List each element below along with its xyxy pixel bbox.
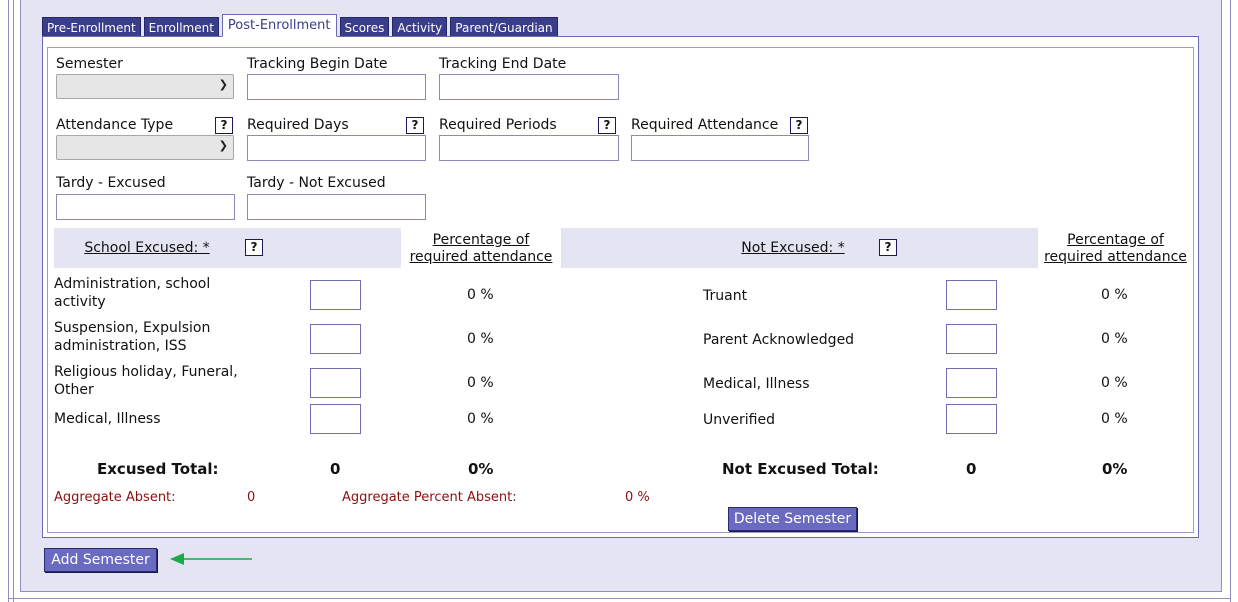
required-attendance-help-icon[interactable]: ?	[790, 117, 808, 134]
tracking-end-input[interactable]	[439, 74, 619, 100]
required-periods-input[interactable]	[439, 135, 619, 161]
required-periods-help-icon[interactable]: ?	[598, 117, 616, 134]
excused-row-pct: 0 %	[467, 411, 494, 427]
attendance-type-select[interactable]: ❯	[56, 135, 234, 160]
tab-scores[interactable]: Scores	[339, 17, 390, 37]
not-excused-row-label: Unverified	[703, 412, 775, 428]
tab-pre-enrollment[interactable]: Pre-Enrollment	[42, 17, 141, 37]
required-periods-label: Required Periods	[439, 117, 557, 133]
tardy-excused-label: Tardy - Excused	[56, 175, 166, 191]
not-excused-count-input[interactable]	[946, 368, 997, 398]
excused-count-input[interactable]	[310, 404, 361, 434]
arrow-left-icon	[170, 553, 252, 565]
not-excused-row-pct: 0 %	[1101, 375, 1128, 391]
attendance-type-label: Attendance Type	[56, 117, 174, 133]
excused-row-label: Suspension, Expulsion administration, IS…	[54, 319, 210, 355]
not-excused-row-label: Truant	[703, 288, 748, 304]
tab-bar: Pre-Enrollment Enrollment Post-Enrollmen…	[42, 14, 561, 37]
not-excused-header: Not Excused: *	[741, 240, 845, 256]
required-attendance-input[interactable]	[631, 135, 809, 161]
not-excused-row-pct: 0 %	[1101, 287, 1128, 303]
excused-pct-header: Percentage of required attendance	[401, 232, 561, 266]
tracking-begin-label: Tracking Begin Date	[247, 56, 388, 72]
required-days-help-icon[interactable]: ?	[406, 117, 424, 134]
not-excused-pct-header-line1: Percentage of	[1067, 232, 1164, 248]
not-excused-row-pct: 0 %	[1101, 411, 1128, 427]
tracking-end-label: Tracking End Date	[439, 56, 567, 72]
outer-frame-bottom	[8, 598, 1231, 599]
tardy-not-excused-input[interactable]	[247, 194, 426, 220]
required-attendance-label: Required Attendance	[631, 117, 779, 133]
aggregate-percent-label: Aggregate Percent Absent:	[342, 490, 517, 505]
not-excused-help-icon[interactable]: ?	[879, 239, 897, 256]
not-excused-row-label: Medical, Illness	[703, 376, 810, 392]
excused-row-pct: 0 %	[467, 287, 494, 303]
row-label-line: administration, ISS	[54, 338, 187, 354]
excused-count-input[interactable]	[310, 368, 361, 398]
tardy-excused-input[interactable]	[56, 194, 235, 220]
not-excused-count-input[interactable]	[946, 280, 997, 310]
semester-section: Semester ❯ Tracking Begin Date Tracking …	[47, 47, 1194, 533]
required-days-label: Required Days	[247, 117, 349, 133]
tab-enrollment[interactable]: Enrollment	[143, 17, 219, 37]
excused-count-input[interactable]	[310, 324, 361, 354]
not-excused-total-pct: 0%	[1102, 460, 1128, 478]
not-excused-count-input[interactable]	[946, 404, 997, 434]
row-label-line: activity	[54, 294, 106, 310]
tab-activity[interactable]: Activity	[392, 17, 448, 37]
delete-semester-button[interactable]: Delete Semester	[728, 507, 857, 531]
chevron-down-icon: ❯	[218, 139, 228, 152]
not-excused-count-input[interactable]	[946, 324, 997, 354]
aggregate-percent-value: 0 %	[625, 490, 650, 505]
excused-row-pct: 0 %	[467, 331, 494, 347]
post-enrollment-panel: Semester ❯ Tracking Begin Date Tracking …	[42, 36, 1199, 538]
excused-row-pct: 0 %	[467, 375, 494, 391]
not-excused-total-label: Not Excused Total:	[722, 460, 879, 478]
absence-header-bar	[54, 228, 1192, 268]
row-label-line: Religious holiday, Funeral,	[54, 364, 238, 380]
not-excused-row-pct: 0 %	[1101, 331, 1128, 347]
row-label-line: Administration, school	[54, 276, 211, 292]
excused-row-label: Administration, school activity	[54, 275, 210, 311]
not-excused-pct-header-line2: required attendance	[1044, 249, 1187, 265]
tab-parent-guardian[interactable]: Parent/Guardian	[450, 17, 558, 37]
tab-post-enrollment[interactable]: Post-Enrollment	[221, 14, 337, 37]
not-excused-total-value: 0	[966, 460, 977, 478]
school-excused-header: School Excused: *	[84, 240, 210, 256]
excused-total-pct: 0%	[468, 460, 494, 478]
excused-pct-header-line2: required attendance	[409, 249, 553, 265]
semester-label: Semester	[56, 56, 123, 72]
add-semester-button[interactable]: Add Semester	[44, 548, 157, 572]
chevron-down-icon: ❯	[218, 78, 228, 91]
excused-total-value: 0	[330, 460, 341, 478]
outer-frame-line	[13, 0, 14, 602]
row-label-line: Other	[54, 382, 94, 398]
required-days-input[interactable]	[247, 135, 426, 161]
not-excused-row-label: Parent Acknowledged	[703, 332, 855, 348]
school-excused-help-icon[interactable]: ?	[245, 239, 263, 256]
excused-count-input[interactable]	[310, 280, 361, 310]
attendance-type-help-icon[interactable]: ?	[215, 117, 233, 134]
row-label-line: Medical, Illness	[54, 411, 161, 427]
aggregate-absent-value: 0	[247, 490, 256, 505]
semester-select[interactable]: ❯	[56, 74, 234, 99]
aggregate-absent-label: Aggregate Absent:	[54, 490, 176, 505]
outer-frame-line	[8, 0, 9, 602]
tardy-not-excused-label: Tardy - Not Excused	[247, 175, 386, 191]
not-excused-pct-header: Percentage of required attendance	[1038, 232, 1193, 266]
excused-total-label: Excused Total:	[97, 460, 219, 478]
excused-row-label: Medical, Illness	[54, 410, 161, 428]
tracking-begin-input[interactable]	[247, 74, 426, 100]
excused-pct-header-line1: Percentage of	[432, 232, 530, 248]
outer-frame-line	[1230, 0, 1231, 602]
row-label-line: Suspension, Expulsion	[54, 320, 211, 336]
excused-row-label: Religious holiday, Funeral, Other	[54, 363, 238, 399]
